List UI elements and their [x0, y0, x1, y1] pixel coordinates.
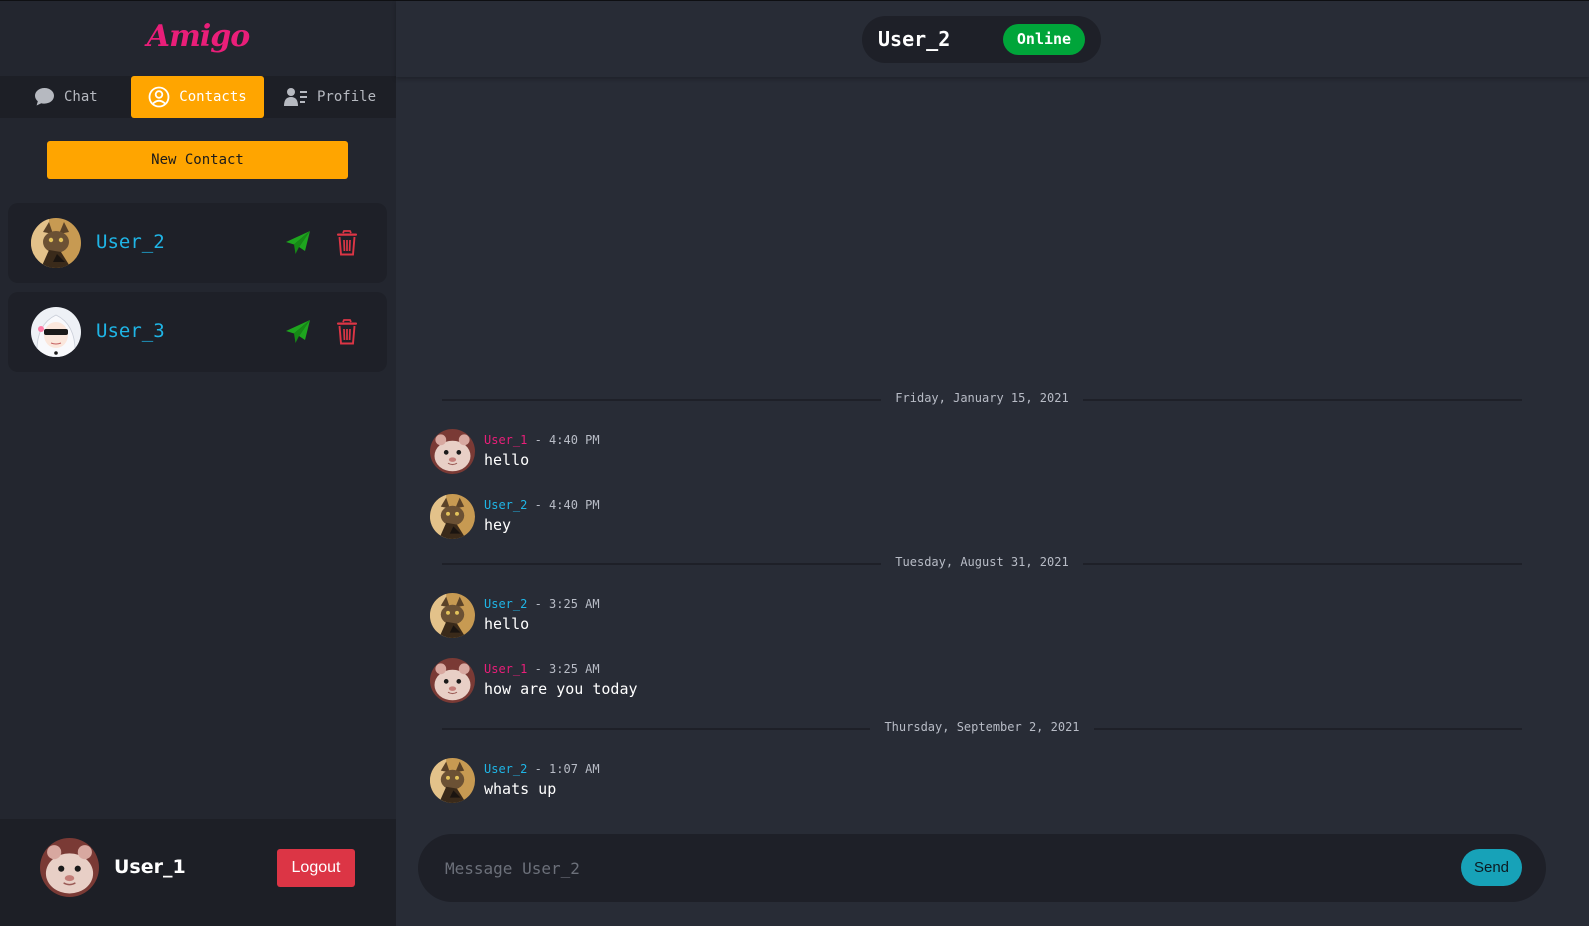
user-circle-icon: [148, 86, 170, 108]
contact-name: User_3: [96, 320, 165, 342]
message-time: 1:07 AM: [549, 762, 600, 776]
message-input[interactable]: [445, 848, 1445, 888]
message-text: hello: [484, 451, 530, 469]
avatar: [430, 494, 475, 539]
avatar: [430, 758, 475, 803]
current-user-name: User_1: [114, 856, 186, 878]
avatar: [430, 593, 475, 638]
message-author: User_1: [484, 662, 528, 676]
date-label: Thursday, September 2, 2021: [870, 720, 1094, 734]
date-divider: Thursday, September 2, 2021: [442, 720, 1522, 734]
current-user-bar: User_1 Logout: [0, 819, 396, 926]
user-list-icon: [284, 87, 308, 107]
message-time: 3:25 AM: [549, 597, 600, 611]
conversation-name: User_2: [878, 27, 951, 51]
date-label: Tuesday, August 31, 2021: [881, 555, 1083, 569]
sidebar: Amigo Chat Contacts Profile New Contact …: [0, 0, 396, 926]
message-author: User_1: [484, 433, 528, 447]
message-item: User_2 - 1:07 AM whats up: [430, 758, 1530, 808]
chat-bubble-icon: [34, 87, 55, 107]
tab-contacts[interactable]: Contacts: [131, 76, 264, 118]
send-message-icon[interactable]: [285, 319, 311, 349]
message-text: hey: [484, 516, 512, 534]
chat-panel: User_2 Online Friday, January 15, 2021 U…: [396, 0, 1589, 926]
message-time: 3:25 AM: [549, 662, 600, 676]
new-contact-button[interactable]: New Contact: [47, 141, 348, 179]
avatar: [40, 838, 99, 897]
message-item: User_1 - 3:25 AM how are you today: [430, 658, 1530, 708]
avatar: [31, 307, 81, 357]
chat-header-pill: User_2 Online: [862, 16, 1101, 63]
message-time: 4:40 PM: [549, 498, 600, 512]
delete-contact-icon[interactable]: [336, 230, 358, 260]
avatar: [430, 429, 475, 474]
tab-profile[interactable]: Profile: [284, 76, 376, 118]
avatar: [430, 658, 475, 703]
message-item: User_1 - 4:40 PM hello: [430, 429, 1530, 479]
date-label: Friday, January 15, 2021: [881, 391, 1083, 405]
contact-name: User_2: [96, 231, 165, 253]
message-text: whats up: [484, 780, 557, 798]
tab-chat[interactable]: Chat: [34, 76, 98, 118]
contact-item[interactable]: User_2: [8, 203, 387, 283]
tab-bar: Chat Contacts Profile: [0, 76, 396, 118]
contact-item[interactable]: User_3: [8, 292, 387, 372]
delete-contact-icon[interactable]: [336, 319, 358, 349]
logout-button[interactable]: Logout: [277, 849, 355, 887]
tab-contacts-label: Contacts: [179, 89, 247, 105]
message-time: 4:40 PM: [549, 433, 600, 447]
message-composer: Send: [418, 834, 1546, 902]
date-divider: Friday, January 15, 2021: [442, 391, 1522, 405]
tab-chat-label: Chat: [64, 89, 98, 105]
status-badge: Online: [1003, 24, 1085, 55]
message-item: User_2 - 3:25 AM hello: [430, 593, 1530, 643]
send-message-icon[interactable]: [285, 230, 311, 260]
tab-profile-label: Profile: [317, 89, 377, 105]
avatar: [31, 218, 81, 268]
date-divider: Tuesday, August 31, 2021: [442, 555, 1522, 569]
message-text: hello: [484, 615, 530, 633]
message-item: User_2 - 4:40 PM hey: [430, 494, 1530, 544]
message-author: User_2: [484, 498, 528, 512]
message-author: User_2: [484, 762, 528, 776]
message-text: how are you today: [484, 680, 638, 698]
app-logo: Amigo: [146, 19, 250, 54]
send-button[interactable]: Send: [1461, 849, 1522, 886]
chat-header: User_2 Online: [396, 1, 1589, 77]
message-author: User_2: [484, 597, 528, 611]
